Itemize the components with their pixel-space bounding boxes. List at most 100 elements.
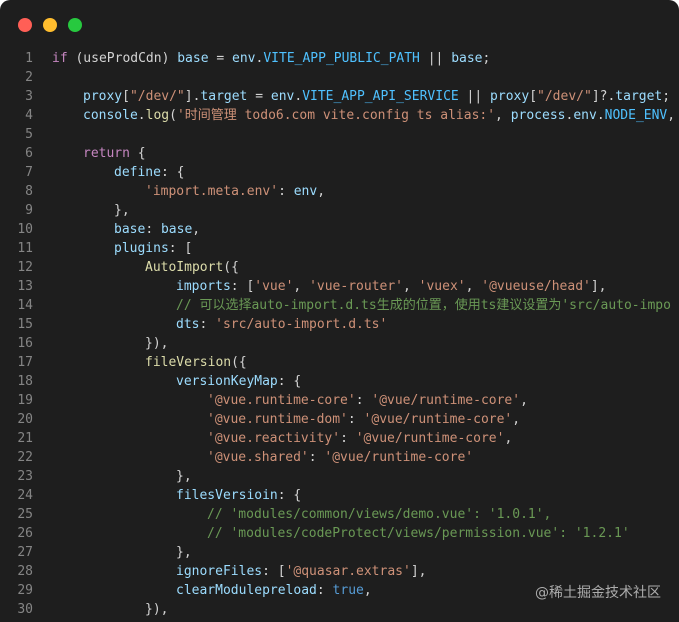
line-number: 17 [17,355,33,370]
line-number: 19 [17,393,33,408]
code-token: process [510,108,566,123]
code-token: target [615,89,663,104]
code-token: env [293,184,318,199]
line-number: 16 [17,336,33,351]
code-token: '@vue.reactivity' [207,431,341,446]
zoom-window-button[interactable] [68,18,82,32]
line-number: 11 [17,241,33,256]
line-number: 4 [25,108,33,123]
code-token: [ [122,89,130,104]
line-source: return { [83,144,146,163]
code-token: '@vue/runtime-core' [371,393,521,408]
code-token: base [451,51,483,66]
line-source: // 'modules/common/views/demo.vue': '1.0… [207,505,551,524]
line-source: }), [145,600,168,619]
code-token: // 可以选择auto-import.d.ts生成的位置，使用ts建议设置为's… [176,298,671,313]
line-source: proxy["/dev/"].target = env.VITE_APP_API… [83,87,670,106]
code-line: 2 [0,68,679,87]
line-number: 21 [17,431,33,446]
code-token: : [316,583,333,598]
code-token: : [ [230,279,255,294]
code-token: // 'modules/codeProtect/views/permission… [207,526,630,541]
code-token: , [317,184,326,199]
line-source: AutoImport({ [145,258,239,277]
line-source: base: base, [114,220,200,239]
code-token: , [293,279,310,294]
line-source: imports: ['vue', 'vue-router', 'vuex', '… [176,277,607,296]
code-token: }, [114,203,130,218]
code-token: AutoImport [145,260,224,275]
code-token: '@vue.runtime-dom' [207,412,348,427]
code-token: , [512,412,521,427]
code-token: VITE_APP_API_SERVICE [302,89,459,104]
code-line: 12 AutoImport({ [0,258,679,277]
line-number: 20 [17,412,33,427]
line-number: 13 [17,279,33,294]
code-token: [ [529,89,538,104]
code-token: if [52,51,68,66]
code-token: : [347,412,364,427]
code-line: 18 versionKeyMap: { [0,372,679,391]
code-line: 14 // 可以选择auto-import.d.ts生成的位置，使用ts建议设置为… [0,296,679,315]
code-line: 4 console.log('时间管理 todo6.com vite.config… [0,106,679,125]
line-number: 18 [17,374,33,389]
code-token: plugins [114,241,169,256]
code-token: = [247,89,271,104]
line-source: ignoreFiles: ['@quasar.extras'], [176,562,426,581]
code-line: 9}, [0,201,679,220]
code-line: 15 dts: 'src/auto-import.d.ts' [0,315,679,334]
code-token: filesVersioin [176,488,278,503]
line-number: 8 [25,184,33,199]
code-token: env [573,108,597,123]
code-line: 17 fileVersion({ [0,353,679,372]
line-number: 25 [17,507,33,522]
code-token: , [403,279,419,294]
code-token: ; [482,51,491,66]
code-token: , [363,583,372,598]
code-token: , [192,222,201,237]
close-window-button[interactable] [18,18,32,32]
code-token: : { [277,374,302,389]
code-line: 16}), [0,334,679,353]
code-line: 22 '@vue.shared': '@vue/runtime-core' [0,448,679,467]
line-number: 3 [25,89,33,104]
line-source: clearModulepreload: true, [176,581,372,600]
code-editor[interactable]: 1 if (useProdCdn) base = env.VITE_APP_PUB… [0,48,679,622]
code-token: proxy [490,89,530,104]
code-line: 24 filesVersioin: { [0,486,679,505]
code-token: base [114,222,146,237]
minimize-window-button[interactable] [43,18,57,32]
line-number: 5 [25,127,33,142]
code-token: , [520,393,528,408]
code-line: 21 '@vue.reactivity': '@vue/runtime-core'… [0,429,679,448]
line-number: 2 [25,70,33,85]
code-token: target [200,89,248,104]
code-token: "/dev/" [537,89,592,104]
code-token: (useProdCdn) [67,51,178,66]
line-number: 12 [17,260,33,275]
code-token: ignoreFiles [176,564,263,579]
code-token: : [278,184,294,199]
code-line: 30}), [0,600,679,619]
code-token: return [83,146,130,161]
line-source: }, [176,543,192,562]
line-source: versionKeyMap: { [176,372,301,391]
code-token: '@vue/runtime-core' [355,431,505,446]
code-token: console [83,108,138,123]
line-source: console.log('时间管理 todo6.com vite.config … [83,106,679,125]
code-line: 27}, [0,543,679,562]
line-source: }), [145,334,168,353]
code-line: 19 '@vue.runtime-core': '@vue/runtime-cor… [0,391,679,410]
line-source: '@vue.runtime-core': '@vue/runtime-core'… [207,391,528,410]
code-token: || [419,51,452,66]
code-token: '@vue/runtime-core' [363,412,513,427]
code-token: true [332,583,364,598]
line-source: '@vue.reactivity': '@vue/runtime-core', [207,429,512,448]
code-token: '时间管理 todo6.com vite.config ts alias:' [176,108,496,123]
code-token: ]?. [591,89,616,104]
code-line: 7 define: { [0,163,679,182]
code-token: define [114,165,161,180]
code-token: }), [145,336,169,351]
code-token: '@vue.runtime-core' [207,393,356,408]
code-token: , [495,108,511,123]
